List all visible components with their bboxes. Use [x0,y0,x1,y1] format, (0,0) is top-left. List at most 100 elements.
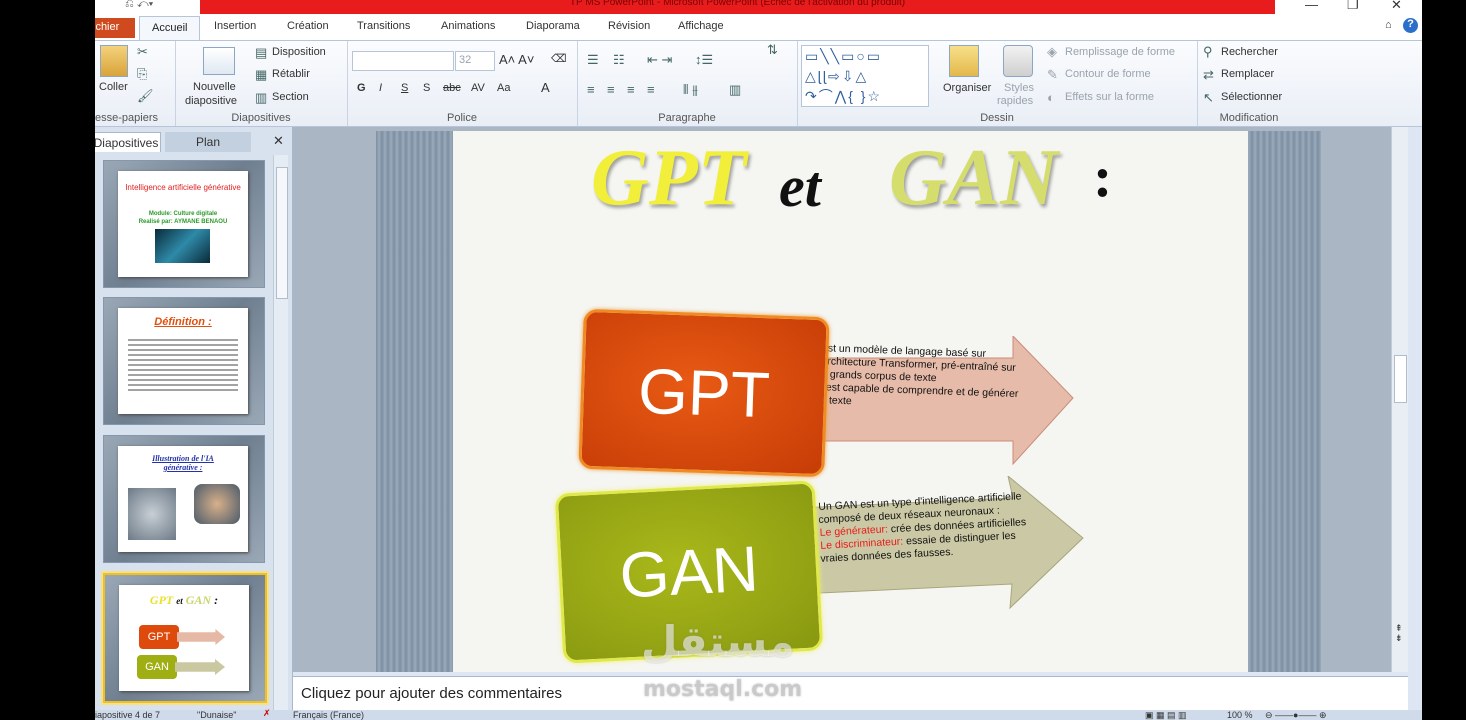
reset-icon[interactable]: ▦ [255,68,267,82]
grow-font-icon[interactable]: A˄ A˅ [499,52,534,67]
binoculars-icon[interactable]: ⚲ [1203,45,1213,59]
slide-title-et: et [779,154,821,219]
group-font: 32 A˄ A˅ ⌫ G I S S abc AV Aa A Police [347,41,578,126]
drawing-group-label: Dessin [980,112,1014,124]
paste-icon[interactable] [100,45,128,77]
new-slide-icon[interactable] [203,47,235,75]
thumbnail-1-title: Intelligence artificielle générative [125,183,241,192]
reset-button[interactable]: Rétablir [272,68,310,80]
select-button[interactable]: Sélectionner [1221,91,1282,103]
clear-format-icon[interactable]: ⌫ [551,52,567,65]
underline-button[interactable]: S [401,82,408,94]
new-slide-label-2[interactable]: diapositive [185,95,237,107]
slide-thumbnail-2[interactable]: Définition : [103,297,265,425]
layout-button[interactable]: Disposition [272,46,326,58]
arrange-icon[interactable] [949,45,979,77]
italic-button[interactable]: I [379,82,382,94]
text-direction-icon[interactable]: ⇅ [767,43,778,57]
font-size-field[interactable]: 32 [455,51,495,71]
undo-icon[interactable]: ⎌ ↶▾ [125,0,153,11]
font-name-field[interactable] [352,51,454,71]
watermark-arabic: مستقل [641,617,795,666]
align-left-icon[interactable]: ≡ [587,83,595,97]
quick-styles-label-2[interactable]: rapides [997,95,1033,107]
restore-button[interactable]: ❐ [1347,0,1359,13]
close-button[interactable]: ✕ [1391,0,1402,13]
shape-fill-button[interactable]: Remplissage de forme [1065,46,1175,58]
tab-revision[interactable]: Révision [608,20,650,32]
thumbnail-3-image-1 [128,488,176,540]
quick-styles-label-1[interactable]: Styles [1004,82,1034,94]
new-slide-label-1[interactable]: Nouvelle [193,81,236,93]
shape-effects-button[interactable]: Effets sur la forme [1065,91,1154,103]
tab-diaporama[interactable]: Diaporama [526,20,580,32]
effects-icon[interactable]: ◐ [1047,91,1055,105]
shapes-icon[interactable]: ▭╲╲▭○▭ △ɭɭ⇨⇩△ ↷⌒⋀{ }☆ [802,46,928,106]
outline-icon[interactable]: ✎ [1047,68,1058,82]
font-color-button[interactable]: A [541,80,550,95]
gpt-box: GPT [578,308,830,478]
strikethrough-button[interactable]: abc [443,82,461,94]
columns-icon[interactable]: ⫴ ⫵ [683,83,698,97]
tab-creation[interactable]: Création [287,20,329,32]
cut-icon[interactable]: ✂ [137,45,148,59]
paste-button[interactable]: Coller [99,81,128,93]
panel-scroll-thumb[interactable] [276,167,288,299]
tab-transitions[interactable]: Transitions [357,20,410,32]
align-right-icon[interactable]: ≡ [627,83,635,97]
spellcheck-icon[interactable]: ✗ [263,708,271,719]
notes-placeholder[interactable]: Cliquez pour ajouter des commentaires [301,685,562,702]
fill-icon[interactable]: ◈ [1047,45,1057,59]
powerpoint-window: ⎌ ↶▾ TP MS PowerPoint - Microsoft PowerP… [95,0,1422,720]
bullets-icon[interactable]: ☰ [587,53,599,67]
shapes-gallery[interactable]: ▭╲╲▭○▭ △ɭɭ⇨⇩△ ↷⌒⋀{ }☆ [801,45,929,107]
arrange-button[interactable]: Organiser [943,82,991,94]
smartart-icon[interactable]: ▥ [729,83,741,97]
justify-icon[interactable]: ≡ [647,83,655,97]
tab-accueil[interactable]: Accueil [139,16,201,40]
tab-animations[interactable]: Animations [441,20,495,32]
shadow-button[interactable]: S [423,82,430,94]
case-button[interactable]: Aa [497,82,510,94]
section-button[interactable]: Section [272,91,309,103]
minimize-button[interactable]: — [1305,0,1318,12]
current-slide[interactable]: GPT et GAN : est un modèle de langage ba… [453,131,1248,672]
spacing-button[interactable]: AV [471,82,485,94]
shape-outline-button[interactable]: Contour de forme [1065,68,1151,80]
replace-button[interactable]: Remplacer [1221,68,1274,80]
section-icon[interactable]: ▥ [255,91,267,105]
tab-outline[interactable]: Plan [165,132,251,152]
bold-button[interactable]: G [357,82,366,94]
status-zoom[interactable]: 100 % [1227,710,1253,720]
align-center-icon[interactable]: ≡ [607,83,615,97]
tab-file[interactable]: ichier [95,18,135,38]
slide-thumbnail-1[interactable]: Intelligence artificielle générative Mod… [103,160,265,288]
tab-slides[interactable]: Diapositives [95,132,161,152]
numbering-icon[interactable]: ☷ [613,53,625,67]
quick-styles-icon[interactable] [1003,45,1033,77]
view-buttons-icon[interactable]: ▣ ▦ ▤ ▥ [1145,710,1187,720]
slide-scroll-thumb[interactable] [1394,355,1407,403]
layout-icon[interactable]: ▤ [255,46,267,60]
find-button[interactable]: Rechercher [1221,46,1278,58]
ribbon-minimize-icon[interactable]: ⌂ [1385,19,1392,31]
close-panel-icon[interactable]: ✕ [273,133,284,149]
replace-icon[interactable]: ⇄ [1203,68,1214,82]
tab-affichage[interactable]: Affichage [678,20,724,32]
format-painter-icon[interactable]: 🖌 [137,89,154,103]
notes-pane[interactable]: Cliquez pour ajouter des commentaires mo… [293,676,1408,711]
zoom-slider[interactable]: ⊖ ——●—— ⊕ [1265,710,1327,720]
copy-icon[interactable]: ⎘ [137,67,147,81]
slide-thumbnail-4[interactable]: GPT et GAN : GPT GAN [103,573,267,703]
select-icon[interactable]: ↖ [1203,91,1214,105]
slide-scrollbar[interactable]: ⇞ ⇟ [1391,127,1408,672]
tab-insertion[interactable]: Insertion [214,20,256,32]
prev-next-slide-icon[interactable]: ⇞ ⇟ [1395,623,1403,643]
slide-thumbnail-3[interactable]: Illustration de l'IA générative : [103,435,265,563]
status-theme: "Dunaise" [197,710,237,720]
help-icon[interactable]: ? [1403,18,1418,33]
panel-scrollbar[interactable] [273,155,288,710]
indent-icon[interactable]: ⇤ ⇥ [647,53,672,67]
status-language[interactable]: Français (France) [293,710,364,720]
line-spacing-icon[interactable]: ↕☰ [695,53,713,67]
